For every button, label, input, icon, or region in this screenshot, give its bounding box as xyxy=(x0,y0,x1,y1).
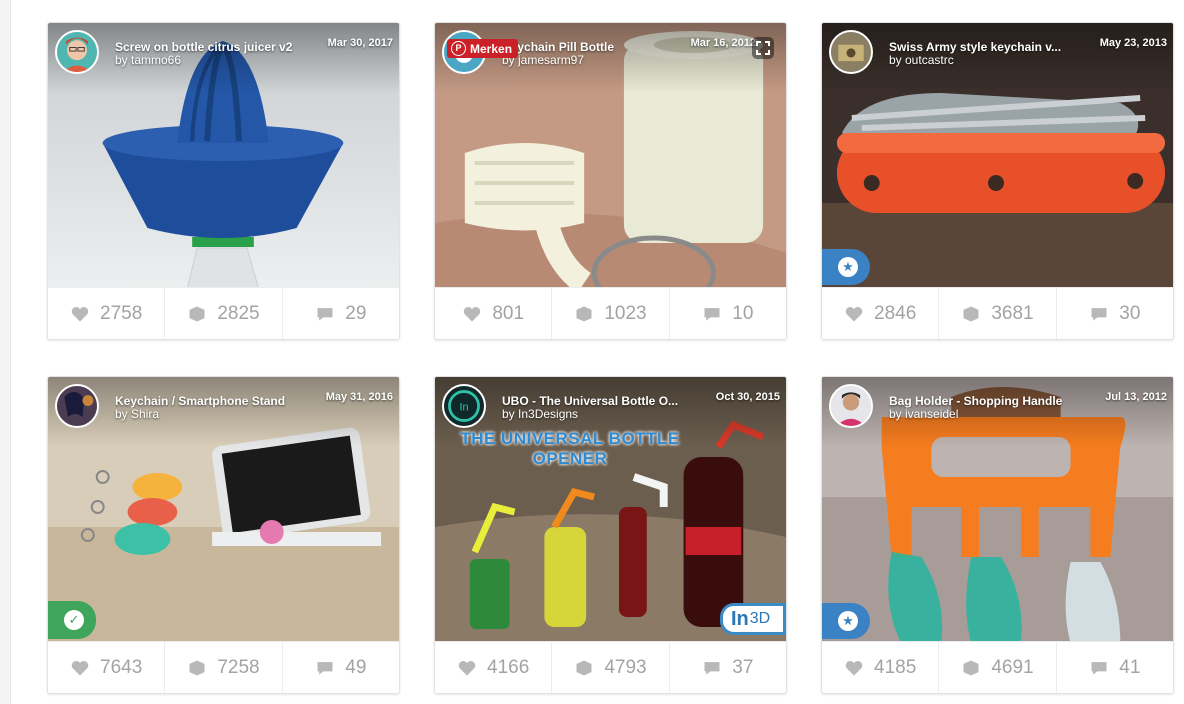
thing-card[interactable]: Swiss Army style keychain v... by outcas… xyxy=(821,22,1174,340)
comment-count: 49 xyxy=(345,656,367,678)
pinterest-save-button[interactable]: P Merken xyxy=(447,39,519,58)
comment-icon xyxy=(317,307,333,321)
stats-bar: 2846 3681 30 xyxy=(822,287,1173,339)
like-count: 2758 xyxy=(100,302,143,324)
comment-button[interactable]: 10 xyxy=(670,288,786,339)
check-icon: ✓ xyxy=(64,610,84,630)
author-avatar[interactable]: In xyxy=(442,384,486,428)
star-icon: ★ xyxy=(838,611,858,631)
thing-card[interactable]: Keychain / Smartphone Stand by Shira May… xyxy=(47,376,400,694)
cube-icon xyxy=(963,306,979,321)
comment-button[interactable]: 49 xyxy=(283,642,399,693)
make-count: 4793 xyxy=(604,656,647,678)
expand-icon[interactable] xyxy=(752,37,774,59)
heart-icon xyxy=(458,660,476,675)
cube-icon xyxy=(963,660,979,675)
cube-icon xyxy=(189,660,205,675)
svg-text:In: In xyxy=(459,402,468,414)
thing-author[interactable]: by ivanseidel xyxy=(889,408,1099,421)
make-button[interactable]: 1023 xyxy=(552,288,670,339)
stats-bar: 2758 2825 29 xyxy=(48,287,399,339)
pinterest-icon: P xyxy=(451,41,466,56)
comment-icon xyxy=(704,661,720,675)
make-button[interactable]: 4793 xyxy=(552,642,670,693)
comment-button[interactable]: 41 xyxy=(1057,642,1173,693)
cube-icon xyxy=(189,306,205,321)
publish-date: Jul 13, 2012 xyxy=(1105,391,1167,403)
like-button[interactable]: 4166 xyxy=(435,642,553,693)
make-count: 7258 xyxy=(217,656,260,678)
image-caption: OPENER xyxy=(532,449,608,468)
cube-icon xyxy=(576,306,592,321)
stats-bar: 7643 7258 49 xyxy=(48,641,399,693)
publish-date: Mar 30, 2017 xyxy=(327,37,393,49)
make-button[interactable]: 3681 xyxy=(939,288,1057,339)
comment-button[interactable]: 29 xyxy=(283,288,399,339)
thing-author[interactable]: by Shira xyxy=(115,408,325,421)
in3d-watermark-logo: In 3D xyxy=(720,603,786,635)
thing-card[interactable]: Screw on bottle citrus juicer v2 by tamm… xyxy=(47,22,400,340)
comment-button[interactable]: 30 xyxy=(1057,288,1173,339)
like-button[interactable]: 7643 xyxy=(48,642,166,693)
stats-bar: 4166 4793 37 xyxy=(435,641,786,693)
like-count: 4185 xyxy=(874,656,917,678)
comment-button[interactable]: 37 xyxy=(670,642,786,693)
make-count: 3681 xyxy=(991,302,1034,324)
like-count: 801 xyxy=(492,302,525,324)
comment-icon xyxy=(1091,661,1107,675)
thing-author[interactable]: by outcastrc xyxy=(889,54,1099,67)
heart-icon xyxy=(71,660,89,675)
thing-author[interactable]: by In3Designs xyxy=(502,408,712,421)
comment-count: 41 xyxy=(1119,656,1141,678)
cube-icon xyxy=(576,660,592,675)
star-icon: ★ xyxy=(838,257,858,277)
comment-count: 10 xyxy=(732,302,754,324)
like-button[interactable]: 2846 xyxy=(822,288,940,339)
heart-icon xyxy=(845,306,863,321)
like-count: 7643 xyxy=(100,656,143,678)
make-button[interactable]: 7258 xyxy=(165,642,283,693)
comment-icon xyxy=(1091,307,1107,321)
like-button[interactable]: 801 xyxy=(435,288,553,339)
thing-author[interactable]: by jamesarm97 xyxy=(502,54,712,67)
comment-icon xyxy=(704,307,720,321)
heart-icon xyxy=(71,306,89,321)
featured-badge[interactable]: ★ xyxy=(822,249,870,285)
like-count: 2846 xyxy=(874,302,917,324)
publish-date: May 23, 2013 xyxy=(1099,37,1167,49)
publish-date: May 31, 2016 xyxy=(325,391,393,403)
thing-card[interactable]: Bag Holder - Shopping Handle by ivanseid… xyxy=(821,376,1174,694)
left-sidebar-rail xyxy=(0,0,11,704)
comment-count: 37 xyxy=(732,656,754,678)
make-count: 4691 xyxy=(991,656,1034,678)
make-count: 1023 xyxy=(604,302,647,324)
heart-icon xyxy=(845,660,863,675)
stats-bar: 801 1023 10 xyxy=(435,287,786,339)
like-button[interactable]: 4185 xyxy=(822,642,940,693)
author-avatar[interactable] xyxy=(55,384,99,428)
author-avatar[interactable] xyxy=(829,30,873,74)
thing-grid: Screw on bottle citrus juicer v2 by tamm… xyxy=(47,22,1174,694)
like-count: 4166 xyxy=(487,656,530,678)
make-button[interactable]: 2825 xyxy=(165,288,283,339)
image-caption: THE UNIVERSAL BOTTLE xyxy=(460,429,680,448)
comment-count: 30 xyxy=(1119,302,1141,324)
publish-date: Oct 30, 2015 xyxy=(715,391,780,403)
featured-badge[interactable]: ★ xyxy=(822,603,870,639)
thing-card[interactable]: P Merken Keychain Pill Bottle by jamesar… xyxy=(434,22,787,340)
author-avatar[interactable] xyxy=(829,384,873,428)
comment-count: 29 xyxy=(345,302,367,324)
comment-icon xyxy=(317,661,333,675)
thing-card[interactable]: THE UNIVERSAL BOTTLE OPENER In 3D In UBO … xyxy=(434,376,787,694)
stats-bar: 4185 4691 41 xyxy=(822,641,1173,693)
heart-icon xyxy=(464,306,481,321)
publish-date: Mar 16, 2012 xyxy=(690,37,756,49)
author-avatar[interactable] xyxy=(55,30,99,74)
like-button[interactable]: 2758 xyxy=(48,288,166,339)
thing-author[interactable]: by tammo66 xyxy=(115,54,325,67)
make-count: 2825 xyxy=(217,302,260,324)
make-button[interactable]: 4691 xyxy=(939,642,1057,693)
made-badge[interactable]: ✓ xyxy=(48,601,96,639)
